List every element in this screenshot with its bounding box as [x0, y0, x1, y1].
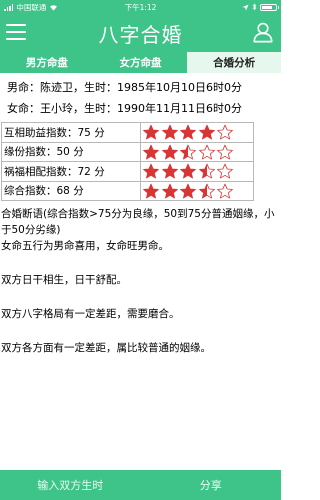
star-full-icon	[161, 144, 178, 160]
tab-bar: 男方命盘 女方命盘 合婚分析	[0, 52, 282, 73]
location-icon	[242, 3, 249, 11]
star-rating	[140, 141, 254, 162]
star-half-icon	[180, 144, 196, 160]
male-name: 陈迹卫，	[40, 81, 84, 94]
star-full-icon	[143, 124, 159, 140]
input-birth-button[interactable]: 输入双方生时	[0, 470, 141, 500]
bottom-bar: 输入双方生时 分享	[0, 470, 281, 500]
table-row: 缘份指数：50 分	[1, 141, 254, 162]
star-full-icon	[143, 163, 159, 179]
star-empty-icon	[217, 124, 233, 140]
user-icon[interactable]	[252, 21, 274, 43]
star-full-icon	[143, 144, 159, 160]
star-full-icon	[143, 183, 159, 199]
star-full-icon	[198, 124, 215, 140]
female-birth: 1990年11月11日6时0分	[117, 102, 242, 115]
female-info: 女命：王小玲，生时：1990年11月11日6时0分	[7, 100, 242, 116]
score-label: 综合指数：68 分	[1, 180, 141, 201]
page-title: 八字合婚	[98, 22, 183, 47]
judgement-text: 合婚断语(综合指数>75分为良缘，50到75分普通姻缘，小于50分劣缘)	[1, 208, 275, 236]
table-row: 祸福相配指数：72 分	[1, 161, 254, 182]
result-paragraph: 双方日干相生，日干舒配。	[1, 274, 127, 286]
navbar: 八字合婚	[0, 14, 281, 52]
star-rating	[140, 122, 254, 143]
bluetooth-icon	[252, 3, 257, 11]
table-row: 互相助益指数：75 分	[1, 122, 254, 143]
battery-icon	[260, 3, 279, 11]
male-label: 男命：	[7, 81, 40, 94]
result-paragraph: 双方八字格局有一定差距，需要磨合。	[1, 308, 180, 320]
star-full-icon	[180, 124, 196, 140]
star-empty-icon	[217, 144, 233, 160]
star-full-icon	[180, 183, 196, 199]
tab-male-chart[interactable]: 男方命盘	[0, 52, 94, 73]
star-rating	[140, 180, 254, 201]
star-full-icon	[161, 124, 178, 140]
score-label: 互相助益指数：75 分	[1, 122, 141, 143]
star-empty-icon	[217, 183, 233, 199]
star-half-icon	[198, 163, 215, 179]
star-empty-icon	[198, 144, 215, 160]
share-button[interactable]: 分享	[141, 470, 282, 500]
tab-marriage-analysis[interactable]: 合婚分析	[187, 52, 282, 73]
star-half-icon	[198, 183, 215, 199]
result-paragraph: 双方各方面有一定差距，属比较普通的姻缘。	[1, 342, 211, 354]
table-row: 综合指数：68 分	[1, 180, 254, 201]
male-birth: 1985年10月10日6时0分	[117, 81, 242, 94]
male-info: 男命：陈迹卫，生时：1985年10月10日6时0分	[7, 79, 242, 95]
star-empty-icon	[217, 163, 233, 179]
score-table: 互相助益指数：75 分 缘份指数：50 分 祸福相配指数：72 分 综合指数：6…	[1, 122, 254, 201]
score-label: 祸福相配指数：72 分	[1, 161, 141, 182]
star-full-icon	[161, 163, 178, 179]
result-paragraph: 女命五行为男命喜用，女命旺男命。	[1, 240, 169, 252]
tab-female-chart[interactable]: 女方命盘	[94, 52, 188, 73]
female-name: 王小玲，	[40, 102, 84, 115]
status-time: 下午1:12	[124, 2, 157, 12]
score-label: 缘份指数：50 分	[1, 141, 141, 162]
female-label: 女命：	[7, 102, 40, 115]
star-rating	[140, 161, 254, 182]
male-birth-label: 生时：	[84, 81, 117, 94]
status-bar: 中国联通 下午1:12	[0, 0, 281, 14]
star-full-icon	[161, 183, 178, 199]
star-full-icon	[180, 163, 196, 179]
female-birth-label: 生时：	[84, 102, 117, 115]
